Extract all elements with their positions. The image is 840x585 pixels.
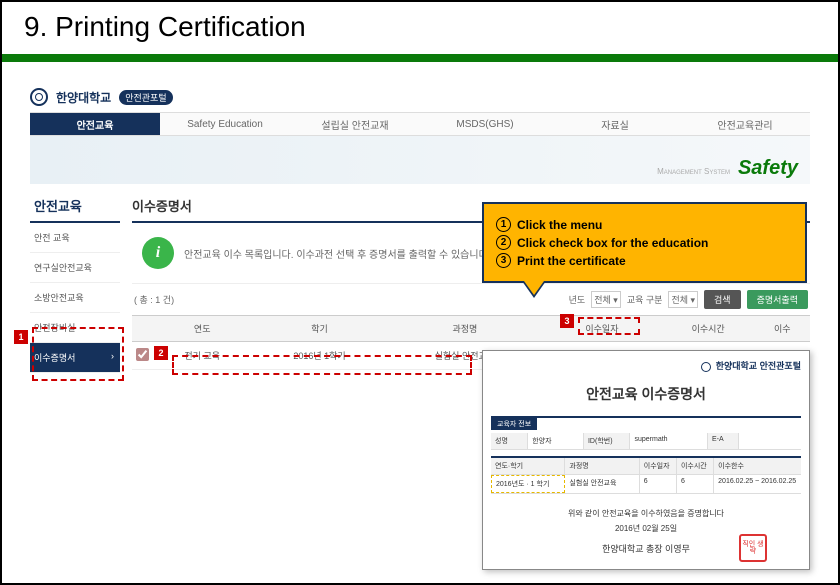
type-select[interactable]: 전체 ▾ <box>668 291 698 308</box>
cert-sec2-row: 2016년도 · 1 학기 실험실 안전교육 6 6 2016.02.25 ~ … <box>491 475 801 494</box>
sidebar-item-0[interactable]: 안전 교육 <box>30 223 120 253</box>
year-select[interactable]: 전체 ▾ <box>591 291 621 308</box>
cert-sec2-header: 연도·학기 과정명 이수일자 이수시간 이수한수 <box>491 458 801 475</box>
cert-title: 안전교육 이수증명서 <box>491 384 801 404</box>
title-bar: 9. Printing Certification <box>2 2 838 52</box>
cert-logo-icon <box>701 362 711 372</box>
cert-date: 2016년 02월 25일 <box>491 523 801 534</box>
cert-signer: 한양대학교 총장 이영무 직인 생략 <box>491 542 801 555</box>
cert-section-2: 연도·학기 과정명 이수일자 이수시간 이수한수 2016년도 · 1 학기 실… <box>491 456 801 494</box>
list-toolbar: ( 총 : 1 건) 년도 전체 ▾ 교육 구분 전체 ▾ 검색 증명서출력 <box>132 284 810 315</box>
type-label: 교육 구분 <box>627 293 663 306</box>
tab-safety-edu-en[interactable]: Safety Education <box>160 113 290 135</box>
tab-edu-manage[interactable]: 안전교육관리 <box>680 113 810 135</box>
tab-safety-edu[interactable]: 안전교육 <box>30 113 160 135</box>
count-label: ( 총 : 1 건) <box>134 293 174 306</box>
banner: Management System Safety <box>30 136 810 184</box>
tab-msds[interactable]: MSDS(GHS) <box>420 113 550 135</box>
year-label: 년도 <box>569 293 586 306</box>
marker-2: 2 <box>154 346 168 360</box>
marker-1: 1 <box>14 330 28 344</box>
title-underline <box>2 54 838 62</box>
nav-tabs: 안전교육 Safety Education 설립실 안전교재 MSDS(GHS)… <box>30 112 810 136</box>
step-text-1: Click the menu <box>517 218 602 232</box>
cert-section-1: 교육자 전보 성명 한양자 ID(학번) supermath E-A <box>491 416 801 450</box>
callout-step-2: 2 Click check box for the education <box>496 235 793 250</box>
university-header: 한양대학교 안전관포털 <box>30 82 810 112</box>
cert-sec1-label: 교육자 전보 <box>491 418 537 430</box>
col-course: 과정명 <box>388 316 542 342</box>
callout-step-1: 1 Click the menu <box>496 217 793 232</box>
page-area: 한양대학교 안전관포털 안전교육 Safety Education 설립실 안전… <box>2 62 838 582</box>
cert-statement: 위와 같이 안전교육을 이수하였음을 증명합니다 <box>491 508 801 519</box>
info-icon: i <box>142 237 174 269</box>
search-button[interactable]: 검색 <box>704 290 741 309</box>
highlight-box-1 <box>32 327 124 381</box>
marker-3: 3 <box>560 314 574 328</box>
sidebar-item-2[interactable]: 소방안전교육 <box>30 283 120 313</box>
cert-logo-text: 한양대학교 안전관포털 <box>491 359 801 372</box>
col-status: 이수 <box>755 316 810 342</box>
slide-title: 9. Printing Certification <box>24 11 306 43</box>
sidebar-item-1[interactable]: 연구실안전교육 <box>30 253 120 283</box>
highlight-box-3 <box>578 317 640 335</box>
col-hours: 이수시간 <box>662 316 755 342</box>
tab-resources[interactable]: 자료실 <box>550 113 680 135</box>
university-logo-icon <box>30 88 48 106</box>
step-text-2: Click check box for the education <box>517 236 708 250</box>
university-name: 한양대학교 <box>56 89 111 106</box>
banner-brand: Safety <box>738 157 798 180</box>
slide: 9. Printing Certification 한양대학교 안전관포털 안전… <box>0 0 840 585</box>
info-text: 안전교육 이수 목록입니다. 이수과전 선택 후 증명서를 출력할 수 있습니다… <box>184 246 491 261</box>
step-num-2: 2 <box>496 235 511 250</box>
banner-subtitle: Management System <box>657 167 730 176</box>
step-num-1: 1 <box>496 217 511 232</box>
col-check <box>132 316 153 342</box>
row-checkbox[interactable] <box>136 348 149 361</box>
cert-row-info: 성명 한양자 ID(학번) supermath E-A <box>491 433 801 450</box>
col-term: 학기 <box>251 316 387 342</box>
print-cert-button[interactable]: 증명서출력 <box>747 290 808 309</box>
step-text-3: Print the certificate <box>517 254 626 268</box>
certificate-preview: 한양대학교 안전관포털 안전교육 이수증명서 교육자 전보 성명 한양자 ID(… <box>482 350 810 570</box>
highlight-box-2 <box>172 355 472 375</box>
col-year: 연도 <box>153 316 251 342</box>
instruction-callout: 1 Click the menu 2 Click check box for t… <box>482 202 807 283</box>
callout-step-3: 3 Print the certificate <box>496 253 793 268</box>
seal-stamp-icon: 직인 생략 <box>739 534 767 562</box>
tab-lab-material[interactable]: 설립실 안전교재 <box>290 113 420 135</box>
portal-badge: 안전관포털 <box>119 90 172 105</box>
step-num-3: 3 <box>496 253 511 268</box>
sidebar-title: 안전교육 <box>30 190 120 223</box>
